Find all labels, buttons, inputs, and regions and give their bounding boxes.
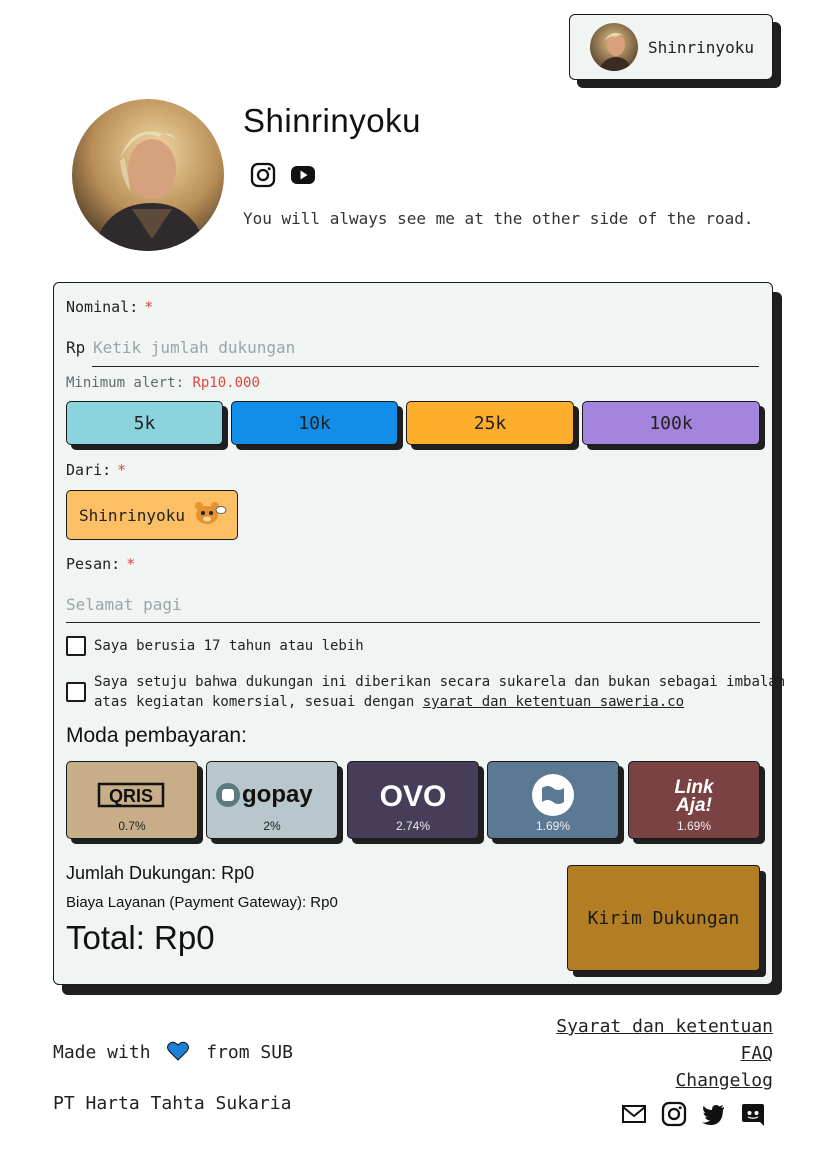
agree-checkbox[interactable] — [66, 682, 86, 702]
minimum-alert: Minimum alert: Rp10.000 — [66, 375, 260, 391]
amount-input[interactable]: Ketik jumlah dukungan — [93, 338, 295, 357]
from-label: Dari: * — [66, 461, 127, 479]
user-name: Shinrinyoku — [648, 37, 754, 57]
profile-bio: You will always see me at the other side… — [243, 209, 754, 228]
faq-link[interactable]: FAQ — [740, 1043, 773, 1064]
support-amount: Jumlah Dukungan: Rp0 — [66, 863, 255, 883]
payment-gopay[interactable]: gopay 2% — [206, 761, 338, 839]
payment-dana[interactable]: 1.69% — [487, 761, 619, 839]
terms-footer-link[interactable]: Syarat dan ketentuan — [556, 1016, 773, 1037]
preset-5k-button[interactable]: 5k — [66, 401, 223, 445]
payment-linkaja[interactable]: Link Aja! 1.69% — [628, 761, 760, 839]
agree-check-label: Saya setuju bahwa dukungan ini diberikan… — [94, 674, 786, 710]
age-checkbox[interactable] — [66, 636, 86, 656]
qris-logo: QRIS — [67, 772, 197, 818]
mail-icon[interactable] — [621, 1101, 647, 1127]
preset-10k-button[interactable]: 10k — [231, 401, 398, 445]
preset-25k-button[interactable]: 25k — [406, 401, 574, 445]
heart-icon — [167, 1041, 190, 1066]
nominal-label: Nominal: * — [66, 298, 154, 316]
linkaja-fee: 1.69% — [676, 819, 712, 833]
svg-text:Aja!: Aja! — [675, 795, 712, 816]
age-check-label: Saya berusia 17 tahun atau lebih — [94, 638, 364, 654]
discord-icon[interactable] — [740, 1101, 766, 1127]
ovo-fee: 2.74% — [395, 819, 431, 833]
instagram-icon[interactable] — [250, 162, 276, 188]
amount-underline — [92, 366, 759, 367]
message-underline — [66, 622, 760, 623]
profile-avatar — [72, 99, 224, 251]
qris-fee: 0.7% — [118, 819, 146, 833]
company-name: PT Harta Tahta Sukaria — [53, 1093, 292, 1114]
twitter-icon[interactable] — [700, 1101, 726, 1127]
ovo-logo: OVO — [348, 772, 478, 818]
youtube-icon[interactable] — [290, 162, 316, 188]
dana-fee: 1.69% — [535, 819, 571, 833]
dana-logo — [488, 772, 618, 818]
total-amount: Total: Rp0 — [66, 919, 215, 956]
preset-100k-button[interactable]: 100k — [582, 401, 760, 445]
user-avatar — [590, 23, 638, 71]
from-name: Shinrinyoku — [79, 505, 185, 525]
made-with-text: Made with from SUB — [53, 1041, 293, 1066]
instagram-footer-icon[interactable] — [661, 1101, 687, 1127]
service-fee: Biaya Layanan (Payment Gateway): Rp0 — [66, 894, 338, 911]
gopay-logo: gopay — [207, 772, 337, 818]
svg-text:OVO: OVO — [380, 780, 447, 812]
send-support-button[interactable]: Kirim Dukungan — [567, 865, 760, 971]
changelog-link[interactable]: Changelog — [675, 1070, 773, 1091]
gopay-fee: 2% — [263, 819, 281, 833]
currency-prefix: Rp — [66, 338, 86, 357]
mascot-icon — [193, 500, 227, 530]
payment-ovo[interactable]: OVO 2.74% — [347, 761, 479, 839]
profile-name: Shinrinyoku — [243, 102, 421, 139]
payment-qris[interactable]: QRIS 0.7% — [66, 761, 198, 839]
terms-link[interactable]: syarat dan ketentuan saweria.co — [423, 694, 684, 710]
user-menu-button[interactable]: Shinrinyoku — [569, 14, 773, 80]
svg-text:QRIS: QRIS — [109, 786, 153, 806]
message-input[interactable]: Selamat pagi — [66, 595, 182, 614]
linkaja-logo: Link Aja! — [629, 772, 759, 818]
svg-text:gopay: gopay — [242, 781, 313, 808]
message-label: Pesan: * — [66, 555, 136, 573]
from-name-button[interactable]: Shinrinyoku — [66, 490, 238, 540]
payment-title: Moda pembayaran: — [66, 724, 247, 747]
